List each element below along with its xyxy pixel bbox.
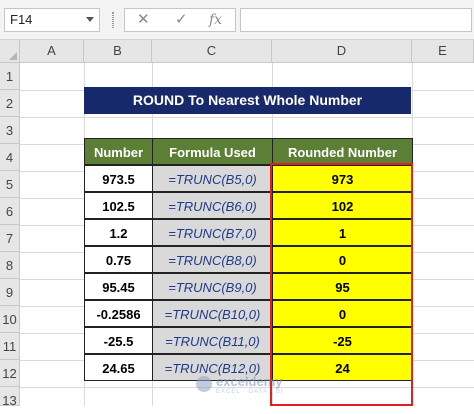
watermark-tagline: EXCEL · DATA · BI — [216, 389, 284, 395]
cell-number[interactable]: 1.2 — [84, 219, 153, 246]
cell-rounded[interactable]: 1 — [272, 219, 413, 246]
spreadsheet-grid: A B C D E 1 2 3 4 5 6 7 8 9 10 11 12 13 … — [0, 40, 474, 408]
cell-rounded[interactable]: 0 — [272, 300, 413, 327]
cell-number[interactable]: 0.75 — [84, 246, 153, 273]
cell-rounded[interactable]: 973 — [272, 165, 413, 192]
header-formula-used[interactable]: Formula Used — [152, 138, 273, 165]
column-header-e[interactable]: E — [412, 40, 474, 63]
cancel-icon[interactable]: ✕ — [137, 11, 150, 29]
enter-icon[interactable]: ✓ — [175, 11, 188, 29]
row-header-8[interactable]: 8 — [0, 252, 20, 279]
row-header-9[interactable]: 9 — [0, 279, 20, 306]
select-all-button[interactable] — [0, 40, 20, 63]
row-header-6[interactable]: 6 — [0, 198, 20, 225]
row-header-1[interactable]: 1 — [0, 63, 20, 90]
sheet-title[interactable]: ROUND To Nearest Whole Number — [84, 87, 411, 114]
cell-formula[interactable]: =TRUNC(B8,0) — [152, 246, 273, 273]
cell-formula[interactable]: =TRUNC(B11,0) — [152, 327, 273, 354]
cell-number[interactable]: 973.5 — [84, 165, 153, 192]
chevron-down-icon[interactable] — [86, 17, 94, 22]
exceldemy-logo-icon — [196, 376, 212, 392]
cell-formula[interactable]: =TRUNC(B5,0) — [152, 165, 273, 192]
row-header-12[interactable]: 12 — [0, 360, 20, 387]
row-header-4[interactable]: 4 — [0, 144, 20, 171]
cell-rounded[interactable]: -25 — [272, 327, 413, 354]
cell-rounded[interactable]: 0 — [272, 246, 413, 273]
formula-input[interactable] — [240, 8, 472, 32]
gridline — [20, 117, 474, 118]
exceldemy-watermark: exceldemy EXCEL · DATA · BI — [196, 374, 296, 402]
cell-number[interactable]: -25.5 — [84, 327, 153, 354]
cell-rounded[interactable]: 95 — [272, 273, 413, 300]
formula-bar-separator — [112, 12, 114, 28]
column-header-b[interactable]: B — [84, 40, 152, 63]
formula-bar: F14 ✕ ✓ fx — [0, 0, 474, 40]
insert-function-icon[interactable]: fx — [209, 11, 222, 29]
row-header-11[interactable]: 11 — [0, 333, 20, 360]
row-header-10[interactable]: 10 — [0, 306, 20, 333]
name-box-value: F14 — [10, 12, 33, 27]
row-header-13[interactable]: 13 — [0, 387, 20, 408]
cell-formula[interactable]: =TRUNC(B6,0) — [152, 192, 273, 219]
row-header-2[interactable]: 2 — [0, 90, 20, 117]
row-header-3[interactable]: 3 — [0, 117, 20, 144]
cell-rounded[interactable]: 102 — [272, 192, 413, 219]
select-all-icon — [9, 52, 17, 60]
header-rounded-number[interactable]: Rounded Number — [272, 138, 413, 165]
cell-formula[interactable]: =TRUNC(B7,0) — [152, 219, 273, 246]
column-header-a[interactable]: A — [20, 40, 84, 63]
cell-formula[interactable]: =TRUNC(B10,0) — [152, 300, 273, 327]
cell-number[interactable]: -0.2586 — [84, 300, 153, 327]
row-header-7[interactable]: 7 — [0, 225, 20, 252]
cell-formula[interactable]: =TRUNC(B9,0) — [152, 273, 273, 300]
cell-number[interactable]: 95.45 — [84, 273, 153, 300]
formula-bar-buttons: ✕ ✓ fx — [124, 8, 236, 32]
row-header-5[interactable]: 5 — [0, 171, 20, 198]
column-header-c[interactable]: C — [152, 40, 272, 63]
watermark-brand: exceldemy — [216, 374, 283, 389]
cell-number[interactable]: 102.5 — [84, 192, 153, 219]
column-header-d[interactable]: D — [272, 40, 412, 63]
cell-number[interactable]: 24.65 — [84, 354, 153, 381]
header-number[interactable]: Number — [84, 138, 153, 165]
